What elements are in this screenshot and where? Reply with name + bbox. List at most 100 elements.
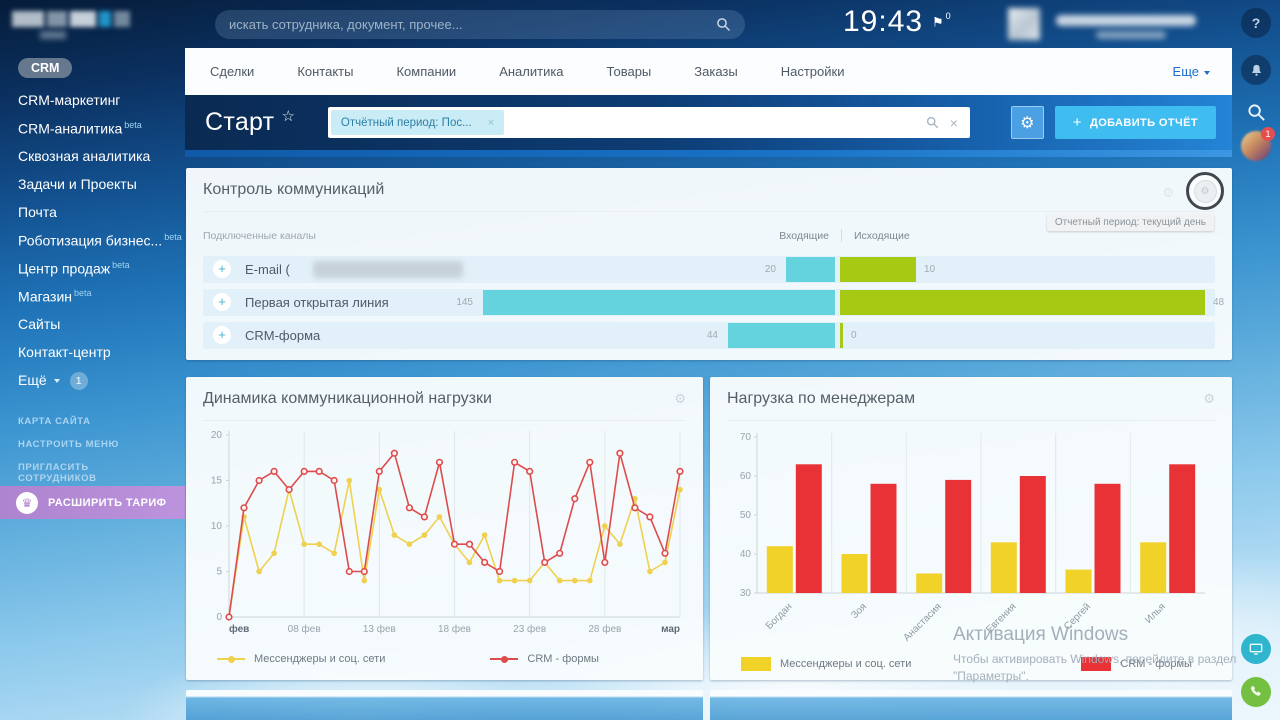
nav-tab[interactable]: Товары (607, 64, 652, 79)
user-name-blurred (1056, 15, 1196, 26)
bar-chart: 3040506070БогданЗояАнастасияЕвгенияСерге… (727, 427, 1215, 655)
question-icon: ? (1252, 15, 1261, 31)
legend-item: Мессенджеры и соц. сети (217, 653, 385, 665)
sidebar-item-more[interactable]: Ещё1 (0, 366, 185, 394)
nav-tab[interactable]: Компании (396, 64, 456, 79)
widget-period-button-highlighted[interactable]: ⚙ (1186, 172, 1224, 210)
svg-text:10: 10 (211, 521, 223, 532)
sidebar-item[interactable]: Контакт-центр (0, 338, 185, 366)
help-button[interactable]: ? (1241, 8, 1271, 38)
outgoing-bar (840, 323, 843, 348)
upgrade-plan-button[interactable]: ♛ РАСШИРИТЬ ТАРИФ (0, 486, 185, 519)
col-outgoing: Исходящие (854, 230, 910, 242)
svg-text:Богдан: Богдан (764, 601, 795, 632)
sidebar-menu: CRM-маркетингCRM-аналитикаbetaСквозная а… (0, 86, 185, 394)
sidebar-item[interactable]: Задачи и Проекты (0, 170, 185, 198)
global-search-input[interactable]: искать сотрудника, документ, прочее... (215, 10, 745, 39)
phone-icon (1248, 684, 1264, 700)
company-logo-blurred (12, 11, 130, 27)
add-report-button[interactable]: + ДОБАВИТЬ ОТЧЁТ (1055, 106, 1216, 139)
channel-row[interactable]: +Первая открытая линия14548 (203, 289, 1215, 316)
sidebar-item[interactable]: Сайты (0, 310, 185, 338)
legend-line-swatch (490, 658, 518, 660)
nav-tab[interactable]: Аналитика (499, 64, 563, 79)
filter-search-bar[interactable]: Отчётный период: Пос... × × (328, 107, 970, 138)
legend-item: CRM - формы (490, 653, 599, 665)
chip-remove-icon[interactable]: × (488, 117, 494, 129)
svg-text:18 фев: 18 фев (438, 623, 471, 635)
svg-text:23 фев: 23 фев (513, 623, 546, 635)
sidebar-footer-link[interactable]: КАРТА САЙТА (0, 410, 185, 433)
sidebar: CRM CRM-маркетингCRM-аналитикаbetaСквозн… (0, 48, 185, 519)
svg-text:Анастасия: Анастасия (902, 601, 944, 643)
outgoing-value: 0 (851, 322, 857, 349)
sidebar-item[interactable]: CRM-маркетинг (0, 86, 185, 114)
svg-text:60: 60 (740, 471, 752, 482)
user-status-blurred (1096, 31, 1166, 39)
period-tooltip: Отчетный период: текущий день (1047, 214, 1214, 231)
chevron-down-icon (54, 379, 60, 383)
svg-text:5: 5 (216, 567, 222, 578)
page-title: Старт (205, 108, 274, 137)
crm-nav: Сделки Контакты Компании Аналитика Товары Зак… (185, 48, 1232, 95)
topbar: искать сотрудника, документ, прочее... 1… (0, 0, 1280, 48)
sidebar-item[interactable]: Центр продажbeta (0, 254, 185, 282)
sidebar-item[interactable]: Почта (0, 198, 185, 226)
notification-badge: 1 (1261, 127, 1275, 141)
clock-icon: ⚙ (1194, 180, 1217, 203)
filter-chip[interactable]: Отчётный период: Пос... × (331, 110, 504, 135)
upgrade-label: РАСШИРИТЬ ТАРИФ (48, 497, 166, 509)
profile-avatar[interactable]: 1 (1241, 131, 1271, 161)
channel-row[interactable]: +CRM-форма440 (203, 322, 1215, 349)
svg-text:15: 15 (211, 476, 223, 487)
search-placeholder: искать сотрудника, документ, прочее... (229, 17, 463, 32)
notifications-button[interactable] (1241, 55, 1271, 85)
dashboard-settings-button[interactable]: ⚙ (1011, 106, 1044, 139)
partial-widget-right (710, 690, 1232, 720)
incoming-bar (728, 323, 835, 348)
legend-item: CRM - формы (1081, 657, 1192, 671)
sidebar-item[interactable]: Сквозная аналитика (0, 142, 185, 170)
page-header: Старт ☆ Отчётный период: Пос... × × ⚙ + … (185, 95, 1232, 150)
svg-text:13 фев: 13 фев (363, 623, 396, 635)
widget-title: Нагрузка по менеджерам (727, 390, 915, 408)
sidebar-search-button[interactable] (1241, 97, 1271, 127)
svg-text:Зоя: Зоя (849, 601, 869, 621)
gear-icon[interactable]: ⚙ (1162, 185, 1174, 201)
user-avatar-blurred (1008, 8, 1040, 40)
favorite-star-icon[interactable]: ☆ (281, 107, 294, 125)
call-button[interactable] (1241, 677, 1271, 707)
channel-row[interactable]: +E-mail (2010 (203, 256, 1215, 283)
sidebar-footer-link[interactable]: НАСТРОИТЬ МЕНЮ (0, 433, 185, 456)
sidebar-item[interactable]: Роботизация бизнес...beta (0, 226, 185, 254)
sidebar-item[interactable]: CRM-аналитикаbeta (0, 114, 185, 142)
nav-tab[interactable]: Сделки (210, 64, 254, 79)
outgoing-value: 48 (1213, 289, 1224, 316)
clock[interactable]: 19:43 (843, 5, 923, 39)
beta-tag: beta (124, 120, 142, 130)
widget-manager-load: Нагрузка по менеджерам ⚙ 3040506070Богда… (710, 377, 1232, 680)
beta-tag: beta (164, 232, 182, 242)
logo-sub-blurred (40, 31, 66, 39)
widget-communication-dynamics: Динамика коммуникационной нагрузки ⚙ 051… (186, 377, 703, 680)
nav-tab[interactable]: Контакты (297, 64, 353, 79)
sidebar-footer-link[interactable]: ПРИГЛАСИТЬ СОТРУДНИКОВ (0, 456, 185, 479)
search-icon (1247, 103, 1266, 122)
sidebar-item-crm[interactable]: CRM (18, 58, 72, 78)
nav-tab[interactable]: Заказы (694, 64, 737, 79)
filter-search-icon[interactable] (926, 116, 939, 129)
sidebar-item[interactable]: Магазинbeta (0, 282, 185, 310)
svg-text:40: 40 (740, 549, 752, 560)
svg-text:Илья: Илья (1143, 601, 1168, 626)
nav-tab[interactable]: Настройки (781, 64, 845, 79)
gear-icon[interactable]: ⚙ (1203, 391, 1215, 407)
gear-icon: ⚙ (1020, 113, 1034, 133)
nav-more-dropdown[interactable]: Еще (1173, 64, 1210, 79)
gear-icon[interactable]: ⚙ (674, 391, 686, 407)
current-user-blurred[interactable] (1008, 7, 1208, 43)
search-icon[interactable] (716, 17, 731, 32)
flag-count: 0 (946, 11, 951, 21)
flag-counter[interactable]: ⚑0 (932, 13, 949, 30)
filter-clear-icon[interactable]: × (950, 115, 958, 131)
screen-share-button[interactable] (1241, 634, 1271, 664)
